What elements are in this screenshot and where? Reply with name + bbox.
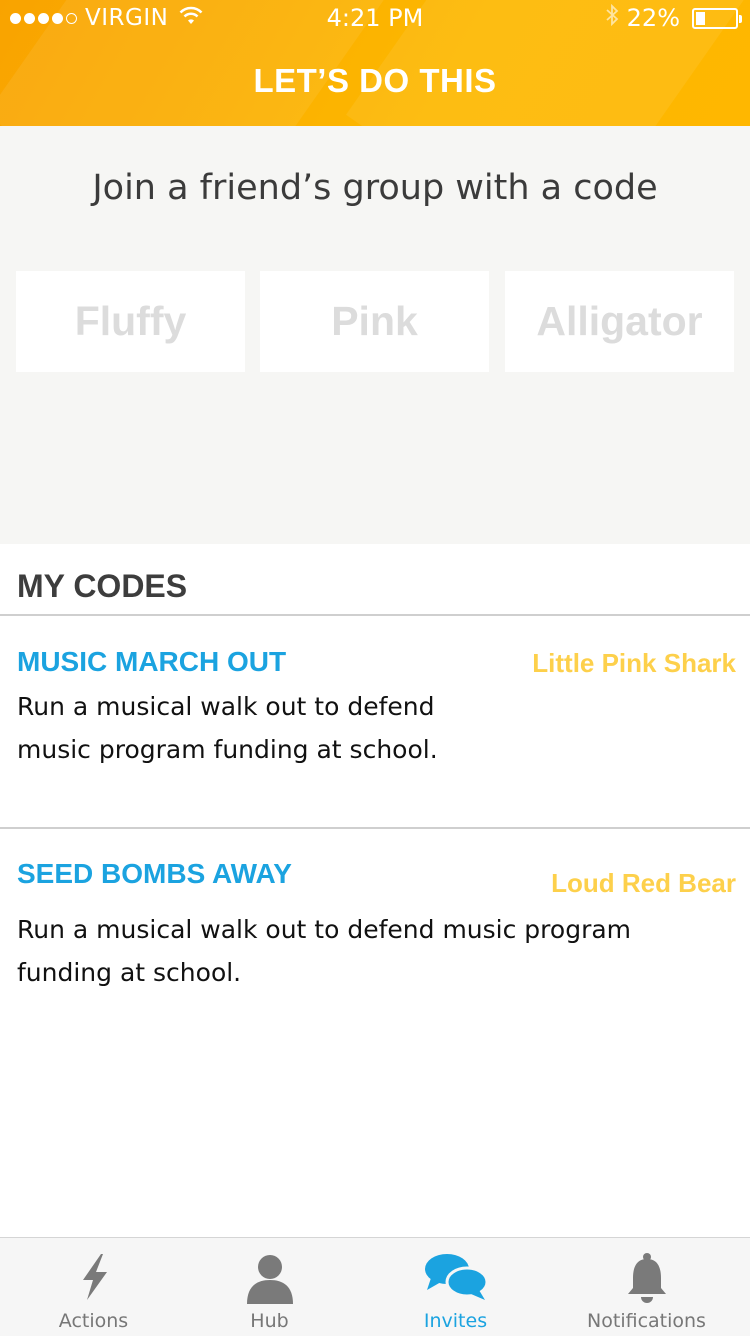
battery-percent: 22% — [626, 4, 680, 32]
code-word-input-1[interactable]: Fluffy — [16, 271, 245, 372]
page-title: LET’S DO THIS — [253, 62, 497, 99]
item-title: SEED BOMBS AWAY — [17, 858, 292, 889]
tab-label: Actions — [58, 1310, 129, 1332]
person-icon — [176, 1252, 363, 1304]
bluetooth-icon — [605, 3, 619, 32]
header: VIRGIN 4:21 PM 22% LET’S DO THIS — [0, 0, 750, 126]
tab-hub[interactable]: Hub — [176, 1238, 363, 1336]
tab-invites[interactable]: Invites — [362, 1238, 549, 1336]
item-title: MUSIC MARCH OUT — [17, 646, 287, 677]
tab-label: Invites — [423, 1310, 488, 1332]
item-description: Run a musical walk out to defend music p… — [17, 692, 438, 764]
tab-label: Notifications — [587, 1310, 706, 1332]
divider — [0, 614, 750, 616]
lightning-icon — [0, 1252, 187, 1304]
item-description: Run a musical walk out to defend music p… — [17, 915, 632, 987]
tab-actions[interactable]: Actions — [0, 1238, 187, 1336]
battery-icon — [692, 7, 742, 29]
my-codes-heading: MY CODES — [17, 568, 188, 604]
code-word-input-2[interactable]: Pink — [260, 271, 489, 372]
divider — [0, 827, 750, 829]
status-bar: VIRGIN 4:21 PM 22% — [0, 0, 750, 36]
item-code: Loud Red Bear — [551, 868, 736, 898]
code-word-input-3[interactable]: Alligator — [505, 271, 734, 372]
item-code: Little Pink Shark — [532, 648, 736, 678]
tab-notifications[interactable]: Notifications — [553, 1238, 740, 1336]
status-right: 22% — [605, 3, 742, 32]
tab-bar: Actions Hub Invites Notifications — [0, 1237, 750, 1336]
join-section: Join a friend’s group with a code Fluffy… — [0, 126, 750, 544]
chat-bubbles-icon — [362, 1252, 549, 1304]
join-title: Join a friend’s group with a code — [92, 168, 658, 208]
bell-icon — [553, 1252, 740, 1304]
tab-label: Hub — [250, 1310, 289, 1332]
